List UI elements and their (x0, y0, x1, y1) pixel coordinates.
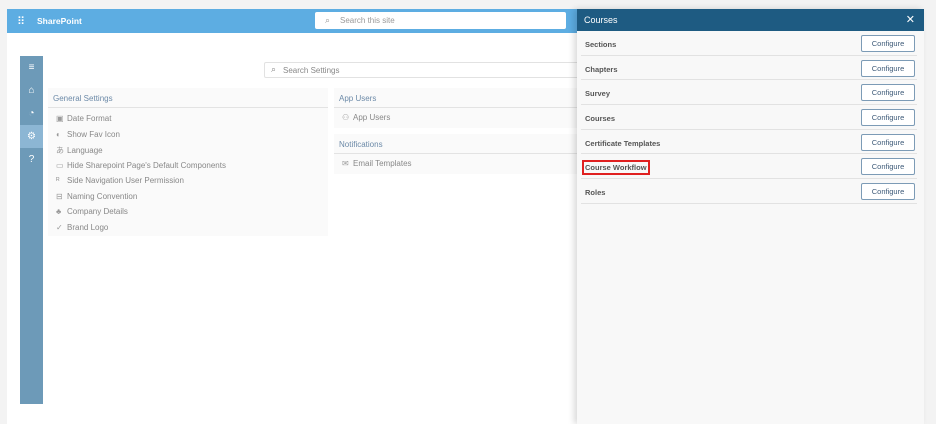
search-icon: ⌕ (271, 64, 277, 74)
item-label: Email Templates (353, 159, 412, 168)
settings-item[interactable]: ⚇ App Users (334, 108, 579, 124)
settings-item[interactable]: ▭ Hide Sharepoint Page's Default Componen… (48, 158, 328, 174)
general-settings-card: General Settings ▣ Date Format ◐ Show Fav … (48, 88, 328, 236)
configure-button[interactable]: Configure (861, 183, 915, 201)
left-nav: ≡ ⌂ ◔ ⚙ ? (20, 56, 43, 404)
app-launcher-icon[interactable]: ⠿ (17, 15, 25, 28)
courses-panel: Courses ✕ Sections Configure Chapters Confi… (577, 9, 924, 424)
configure-button[interactable]: Configure (861, 109, 915, 127)
help-icon[interactable]: ? (20, 148, 43, 171)
settings-item[interactable]: ᴿ Side Navigation User Permission (48, 173, 328, 189)
naming-icon: ⊟ (56, 191, 63, 201)
list-item: Courses Configure (581, 105, 917, 130)
check-circle-icon: ✓ (56, 222, 63, 232)
row-label-highlighted: Course Workflow (582, 160, 650, 176)
row-label: Sections (585, 40, 617, 49)
row-label: Chapters (585, 64, 618, 74)
settings-item[interactable]: ▣ Date Format (48, 111, 328, 127)
app-users-card: App Users ⚇ App Users (334, 88, 579, 128)
item-label: Show Fav Icon (67, 129, 120, 139)
configure-button[interactable]: Configure (861, 133, 915, 151)
calendar-icon: ▣ (56, 114, 64, 123)
user-permission-icon: ᴿ (56, 176, 60, 185)
list-item: Course Workflow Configure (581, 154, 917, 180)
panel-title: Courses (584, 15, 618, 25)
email-icon: ✉ (342, 159, 349, 168)
page-icon: ▭ (56, 160, 64, 170)
card-title: Notifications (334, 134, 579, 154)
menu-icon[interactable]: ≡ (20, 56, 43, 79)
top-bar: ⠿ SharePoint ⌕ Search this site (7, 9, 582, 33)
configure-button[interactable]: Configure (861, 35, 915, 52)
item-label: Side Navigation User Permission (67, 176, 184, 185)
search-icon: ⌕ (325, 15, 331, 25)
row-label: Certificate Templates (585, 138, 661, 148)
item-label: Company Details (67, 207, 128, 216)
list-item: Roles Configure (581, 179, 917, 204)
item-label: Language (67, 146, 103, 155)
app-name: SharePoint (37, 16, 82, 26)
settings-item[interactable]: ♣ Company Details (48, 204, 328, 220)
settings-item[interactable]: ◐ Show Fav Icon (48, 127, 328, 143)
settings-search-input[interactable]: ⌕ Search Settings (264, 62, 584, 78)
home-icon[interactable]: ⌂ (20, 79, 43, 102)
notifications-card: Notifications ✉ Email Templates (334, 134, 579, 174)
org-icon: ♣ (56, 207, 62, 216)
settings-item[interactable]: ✉ Email Templates (334, 154, 579, 170)
configure-button[interactable]: Configure (861, 59, 915, 77)
item-label: Naming Convention (67, 191, 138, 201)
settings-item[interactable]: ⊟ Naming Convention (48, 189, 328, 205)
settings-item[interactable]: あ Language (48, 142, 328, 158)
row-label: Roles (585, 188, 606, 198)
fav-icon: ◐ (56, 129, 61, 139)
item-label: Brand Logo (67, 222, 109, 232)
settings-item[interactable]: ✓ Brand Logo (48, 220, 328, 236)
users-icon: ⚇ (342, 113, 350, 122)
card-title: App Users (334, 88, 579, 108)
configure-button[interactable]: Configure (861, 158, 915, 176)
item-label: Hide Sharepoint Page's Default Component… (67, 160, 226, 170)
gear-icon[interactable]: ⚙ (20, 125, 43, 148)
list-item: Sections Configure (581, 31, 917, 56)
item-label: Date Format (67, 114, 112, 123)
palette-icon[interactable]: ◔ (20, 102, 43, 125)
list-item: Certificate Templates Configure (581, 130, 917, 155)
card-title: General Settings (48, 88, 328, 108)
close-icon[interactable]: ✕ (906, 13, 915, 26)
row-label: Courses (585, 114, 616, 124)
list-item: Survey Configure (581, 80, 917, 106)
site-search-input[interactable]: ⌕ Search this site (315, 12, 566, 29)
row-label: Survey (585, 89, 611, 99)
item-label: App Users (353, 113, 391, 122)
settings-search-placeholder: Search Settings (283, 66, 340, 75)
list-item: Chapters Configure (581, 56, 917, 81)
search-placeholder: Search this site (340, 16, 395, 25)
configure-button[interactable]: Configure (861, 84, 915, 102)
panel-header: Courses ✕ (577, 9, 924, 31)
language-icon: あ (56, 146, 64, 155)
